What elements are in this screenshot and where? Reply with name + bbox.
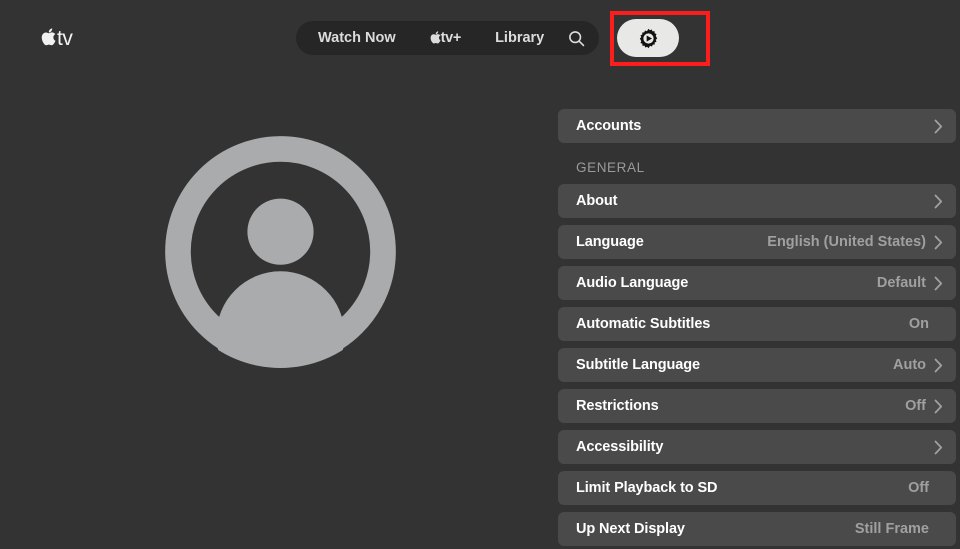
setting-row-subtitle-language[interactable]: Subtitle Language Auto	[558, 348, 956, 382]
setting-row-automatic-subtitles[interactable]: Automatic Subtitles On	[558, 307, 956, 341]
brand-text: tv	[57, 26, 73, 50]
settings-button[interactable]	[617, 19, 679, 57]
setting-row-right: Off	[905, 398, 943, 414]
setting-row-label: Language	[576, 234, 644, 250]
nav-item-library[interactable]: Library	[495, 31, 544, 46]
setting-row-value: Default	[876, 275, 926, 291]
setting-row-label: Up Next Display	[576, 521, 685, 537]
setting-row-right: English (United States)	[767, 234, 943, 250]
nav-pill: Watch Now tv+ Library	[296, 21, 600, 55]
chevron-right-icon	[934, 440, 943, 454]
chevron-right-icon	[934, 194, 943, 208]
setting-row-audio-language[interactable]: Audio Language Default	[558, 266, 956, 300]
setting-row-label: Automatic Subtitles	[576, 316, 711, 332]
section-label-general: GENERAL	[576, 159, 645, 175]
setting-row-label: Accessibility	[576, 439, 664, 455]
setting-row-label: Audio Language	[576, 275, 689, 291]
setting-row-right: Still Frame	[855, 521, 943, 537]
settings-gear-play-icon	[639, 28, 657, 48]
setting-row-right	[934, 440, 943, 455]
apple-logo-icon	[41, 28, 56, 46]
setting-row-language[interactable]: Language English (United States)	[558, 225, 956, 259]
setting-row-restrictions[interactable]: Restrictions Off	[558, 389, 956, 423]
setting-row-right: On	[909, 316, 943, 332]
setting-row-label: About	[576, 193, 618, 209]
chevron-right-icon	[934, 276, 943, 290]
setting-row-right	[934, 119, 943, 134]
setting-row-value: English (United States)	[767, 234, 926, 250]
setting-row-value: Off	[908, 480, 929, 496]
setting-row-about[interactable]: About	[558, 184, 956, 218]
setting-row-label: Subtitle Language	[576, 357, 700, 373]
setting-row-accounts[interactable]: Accounts	[558, 109, 956, 143]
chevron-right-icon	[934, 358, 943, 372]
apple-logo-icon	[430, 30, 441, 43]
setting-row-right	[934, 194, 943, 209]
chevron-right-icon	[934, 399, 943, 413]
setting-row-label: Accounts	[576, 118, 642, 134]
setting-row-value: Still Frame	[854, 521, 929, 537]
top-navigation-bar: tv Watch Now tv+ Library	[0, 0, 960, 76]
setting-row-value: Off	[905, 398, 926, 414]
nav-item-tvplus-label: tv+	[440, 29, 462, 46]
setting-row-right: Off	[908, 480, 943, 496]
setting-row-up-next-display[interactable]: Up Next Display Still Frame	[558, 512, 956, 546]
settings-list: Accounts GENERAL About Language English (Uni…	[558, 109, 956, 546]
setting-row-label: Restrictions	[576, 398, 659, 414]
profile-avatar[interactable]	[164, 135, 397, 368]
search-icon[interactable]	[568, 30, 585, 47]
nav-item-watch-now[interactable]: Watch Now	[318, 31, 396, 46]
setting-row-limit-playback-to-sd[interactable]: Limit Playback to SD Off	[558, 471, 956, 505]
chevron-right-icon	[934, 235, 943, 249]
nav-item-tvplus[interactable]: tv+	[430, 31, 461, 46]
setting-row-right: Default	[877, 275, 943, 291]
setting-row-right: Auto	[893, 357, 943, 373]
setting-row-accessibility[interactable]: Accessibility	[558, 430, 956, 464]
setting-row-label: Limit Playback to SD	[576, 480, 718, 496]
apple-tv-logo: tv	[41, 25, 73, 51]
setting-row-value: On	[908, 316, 929, 332]
user-profile-icon	[165, 136, 396, 368]
setting-row-value: Auto	[892, 357, 926, 373]
chevron-right-icon	[934, 119, 943, 133]
